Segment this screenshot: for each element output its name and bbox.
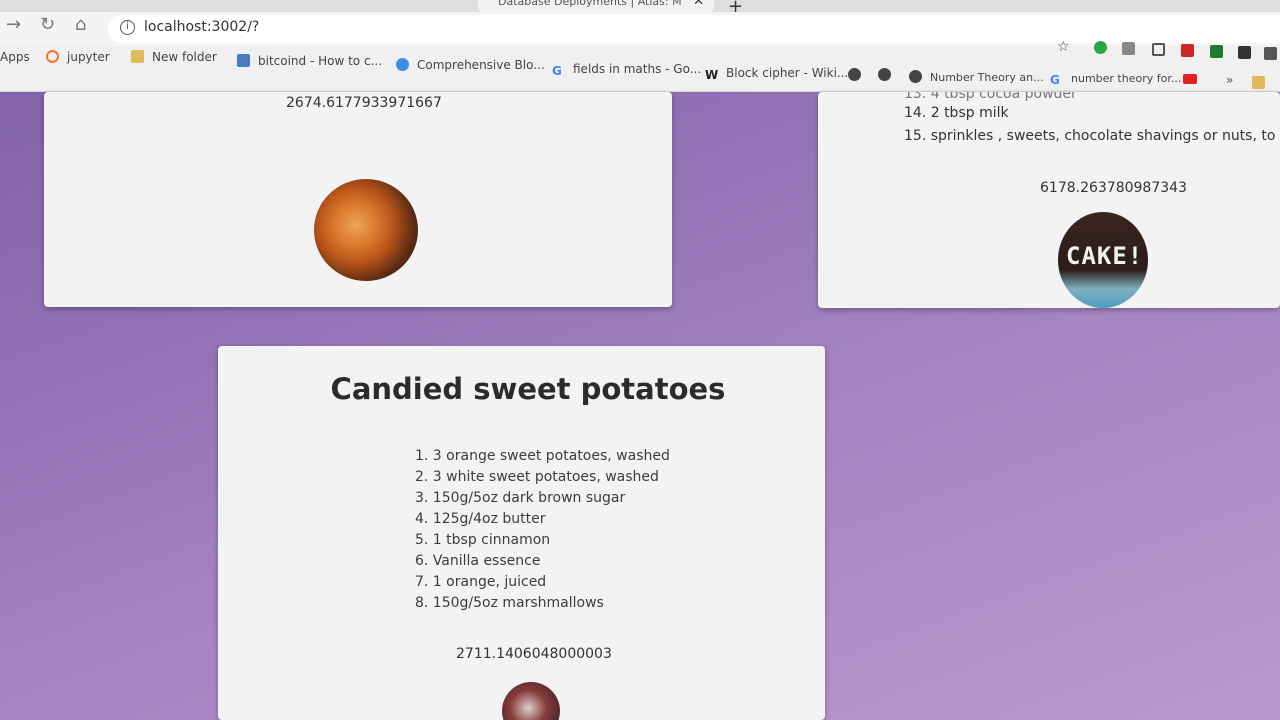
recipe-number: 2674.6177933971667 <box>286 95 442 111</box>
folder-icon[interactable] <box>1252 76 1265 89</box>
tab-title: Database Deployments | Atlas: M <box>498 0 682 8</box>
bookmark-jupyter[interactable]: jupyter <box>46 50 110 64</box>
recipe-title: Candied sweet potatoes <box>330 372 726 406</box>
extension-icon[interactable] <box>1152 43 1165 56</box>
bookmark-number-theory-for[interactable]: Gnumber theory for... <box>1050 72 1181 87</box>
ingredient-item: 1. 3 orange sweet potatoes, washed <box>415 448 670 464</box>
globe-blue-icon <box>396 58 409 71</box>
recipe-card: 13. 4 tbsp cocoa powder 14. 2 tbsp milk … <box>818 92 1280 308</box>
bookmark-bitcoind[interactable]: bitcoind - How to c... <box>237 54 382 68</box>
site-info-icon[interactable]: i <box>120 20 135 35</box>
wikipedia-icon: W <box>705 68 719 82</box>
google-icon: G <box>1050 73 1060 87</box>
close-tab-icon[interactable]: ✕ <box>693 0 704 10</box>
bookmark-number-theory[interactable]: Number Theory an... <box>909 70 1044 84</box>
recipe-card: 2674.6177933971667 <box>44 92 672 307</box>
extension-icon[interactable] <box>1181 44 1194 57</box>
bookmark-label: number theory for... <box>1071 72 1182 85</box>
extension-icon[interactable] <box>1264 47 1277 60</box>
image-caption: CAKE! <box>1066 242 1144 270</box>
globe-icon[interactable] <box>848 68 861 81</box>
bookmark-label: jupyter <box>67 50 110 64</box>
ingredient-item-partial: 13. 4 tbsp cocoa powder <box>904 92 1077 102</box>
ingredient-item: 3. 150g/5oz dark brown sugar <box>415 490 626 506</box>
folder-icon <box>131 50 144 63</box>
recipe-card: Candied sweet potatoes 1. 3 orange sweet… <box>218 346 825 720</box>
bookmark-label: Block cipher - Wiki... <box>726 66 849 80</box>
recipe-number: 2711.1406048000003 <box>456 646 612 662</box>
ingredient-list: 1. 3 orange sweet potatoes, washed 2. 3 … <box>415 446 670 614</box>
jupyter-icon <box>46 50 59 63</box>
more-bookmarks-icon[interactable]: » <box>1226 74 1239 87</box>
extension-icon[interactable] <box>1210 45 1223 58</box>
bookmark-label: Comprehensive Blo... <box>417 58 545 72</box>
reload-icon[interactable]: ↻ <box>40 14 55 35</box>
bookmark-comprehensive[interactable]: Comprehensive Blo... <box>396 58 545 72</box>
bookmark-fields-in-maths[interactable]: Gfields in maths - Go... <box>552 62 701 78</box>
tab-active[interactable]: Database Deployments | Atlas: M ✕ <box>478 0 714 12</box>
ingredient-item: 6. Vanilla essence <box>415 553 541 569</box>
recipe-image: CAKE! <box>1058 212 1148 308</box>
recipe-image <box>314 179 418 281</box>
bookmark-label: fields in maths - Go... <box>573 62 702 76</box>
ingredient-item: 7. 1 orange, juiced <box>415 574 547 590</box>
recipe-number: 6178.263780987343 <box>1040 180 1187 196</box>
browser-toolbar: → ↻ ⌂ i localhost:3002/? <box>0 12 1280 46</box>
bookmark-new-folder[interactable]: New folder <box>131 50 217 64</box>
extension-icon[interactable] <box>1094 41 1107 54</box>
youtube-icon[interactable] <box>1183 74 1197 84</box>
google-icon: G <box>552 64 562 78</box>
ingredient-item: 5. 1 tbsp cinnamon <box>415 532 551 548</box>
extension-icon[interactable] <box>1238 46 1251 59</box>
bookmarks-bar: Apps jupyter New folder bitcoind - How t… <box>0 40 1280 92</box>
bookmark-apps[interactable]: Apps <box>0 50 30 64</box>
bookmark-label: bitcoind - How to c... <box>258 54 383 68</box>
stackexchange-icon <box>237 54 250 67</box>
ingredient-item: 4. 125g/4oz butter <box>415 511 546 527</box>
globe-icon[interactable] <box>878 68 891 81</box>
extension-icon[interactable] <box>1122 42 1135 55</box>
ingredient-item: 8. 150g/5oz marshmallows <box>415 595 604 611</box>
forward-icon[interactable]: → <box>6 14 21 35</box>
address-bar[interactable]: i localhost:3002/? <box>108 15 1280 43</box>
bookmark-block-cipher[interactable]: W Block cipher - Wiki... <box>705 66 848 82</box>
bookmark-label: Apps <box>0 50 30 64</box>
ingredient-item: 2. 3 white sweet potatoes, washed <box>415 469 659 485</box>
tab-strip: Database Deployments | Atlas: M ✕ + <box>0 0 1280 17</box>
ingredient-item: 14. 2 tbsp milk <box>904 105 1009 121</box>
globe-icon <box>909 70 922 83</box>
ingredient-item: 15. sprinkles , sweets, chocolate shavin… <box>904 128 1280 144</box>
recipe-image <box>502 682 560 720</box>
star-icon[interactable]: ☆ <box>1057 40 1070 54</box>
address-url: localhost:3002/? <box>144 19 260 35</box>
bookmark-label: New folder <box>152 50 217 64</box>
home-icon[interactable]: ⌂ <box>75 14 86 35</box>
bookmark-label: Number Theory an... <box>930 71 1044 84</box>
